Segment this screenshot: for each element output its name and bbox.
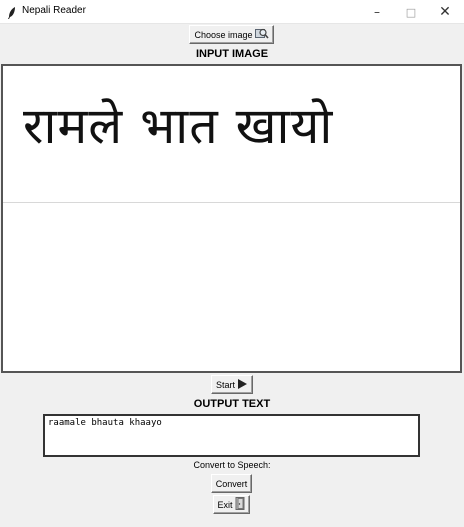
convert-to-speech-label: Convert to Speech:	[193, 460, 271, 470]
exit-label: Exit	[217, 499, 233, 510]
output-text-box[interactable]: raamale bhauta khaayo	[43, 414, 420, 457]
choose-image-button[interactable]: Choose image	[189, 25, 274, 44]
image-divider	[3, 202, 460, 203]
magnifier-image-icon	[254, 27, 269, 42]
feather-icon	[6, 5, 18, 19]
exit-button[interactable]: Exit	[213, 495, 250, 514]
minimize-button[interactable]: –	[360, 0, 394, 24]
play-arrow-icon	[237, 378, 248, 392]
start-button[interactable]: Start	[211, 375, 253, 394]
close-button[interactable]: ✕	[428, 0, 462, 24]
convert-label: Convert	[215, 478, 248, 489]
output-text-heading: OUTPUT TEXT	[193, 398, 271, 410]
choose-image-label: Choose image	[194, 29, 253, 40]
input-image-canvas: रामले भात खायो	[1, 64, 462, 373]
start-label: Start	[215, 379, 235, 390]
input-image-heading: INPUT IMAGE	[195, 48, 269, 60]
maximize-button[interactable]: □	[394, 0, 428, 24]
door-exit-icon	[235, 497, 246, 512]
window-title: Nepali Reader	[22, 5, 86, 16]
convert-button[interactable]: Convert	[211, 474, 252, 493]
input-image-text: रामले भात खायो	[23, 97, 334, 155]
title-bar: Nepali Reader – □ ✕	[0, 0, 464, 24]
